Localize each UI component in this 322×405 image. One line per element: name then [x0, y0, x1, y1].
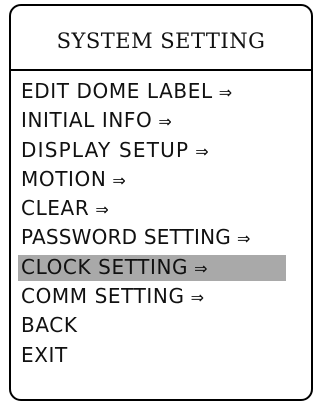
menu-list: EDIT DOME LABEL ⇒ INITIAL INFO ⇒ DISPLAY S… [18, 77, 310, 370]
menu-item-exit[interactable]: EXIT [18, 341, 310, 370]
menu-item-label: CLEAR [21, 196, 90, 221]
menu-item-display-setup[interactable]: DISPLAY SETUP ⇒ [18, 136, 310, 165]
system-setting-menu-panel: SYSTEM SETTING EDIT DOME LABEL ⇒ INITIAL … [9, 4, 313, 401]
menu-item-clock-setting[interactable]: CLOCK SETTING ⇒ [18, 253, 310, 282]
menu-item-label: MOTION [21, 166, 107, 191]
submenu-arrow-icon: ⇒ [158, 112, 173, 132]
menu-item-back[interactable]: BACK [18, 311, 310, 340]
menu-item-password-setting[interactable]: PASSWORD SETTING ⇒ [18, 223, 310, 252]
submenu-arrow-icon: ⇒ [237, 229, 252, 249]
menu-item-label: EDIT DOME LABEL [21, 79, 213, 103]
menu-item-motion[interactable]: MOTION ⇒ [18, 165, 310, 194]
submenu-arrow-icon: ⇒ [195, 141, 210, 161]
submenu-arrow-icon: ⇒ [95, 200, 110, 220]
submenu-arrow-icon: ⇒ [190, 288, 205, 308]
menu-item-label: INITIAL INFO [21, 108, 153, 133]
menu-item-edit-dome-label[interactable]: EDIT DOME LABEL ⇒ [18, 77, 310, 106]
menu-item-label: DISPLAY SETUP [21, 137, 190, 162]
menu-item-initial-info[interactable]: INITIAL INFO ⇒ [18, 106, 310, 135]
title-divider [11, 69, 311, 71]
menu-item-label: EXIT [21, 342, 68, 367]
menu-item-label: CLOCK SETTING [21, 254, 189, 279]
submenu-arrow-icon: ⇒ [194, 258, 209, 278]
menu-item-comm-setting[interactable]: COMM SETTING ⇒ [18, 282, 310, 311]
submenu-arrow-icon: ⇒ [218, 83, 233, 102]
submenu-arrow-icon: ⇒ [112, 170, 127, 190]
menu-item-label: PASSWORD SETTING [21, 225, 231, 250]
menu-item-label: COMM SETTING [21, 284, 185, 309]
menu-item-label: BACK [21, 313, 78, 338]
menu-title: SYSTEM SETTING [56, 29, 266, 53]
menu-item-clear[interactable]: CLEAR ⇒ [18, 194, 310, 223]
